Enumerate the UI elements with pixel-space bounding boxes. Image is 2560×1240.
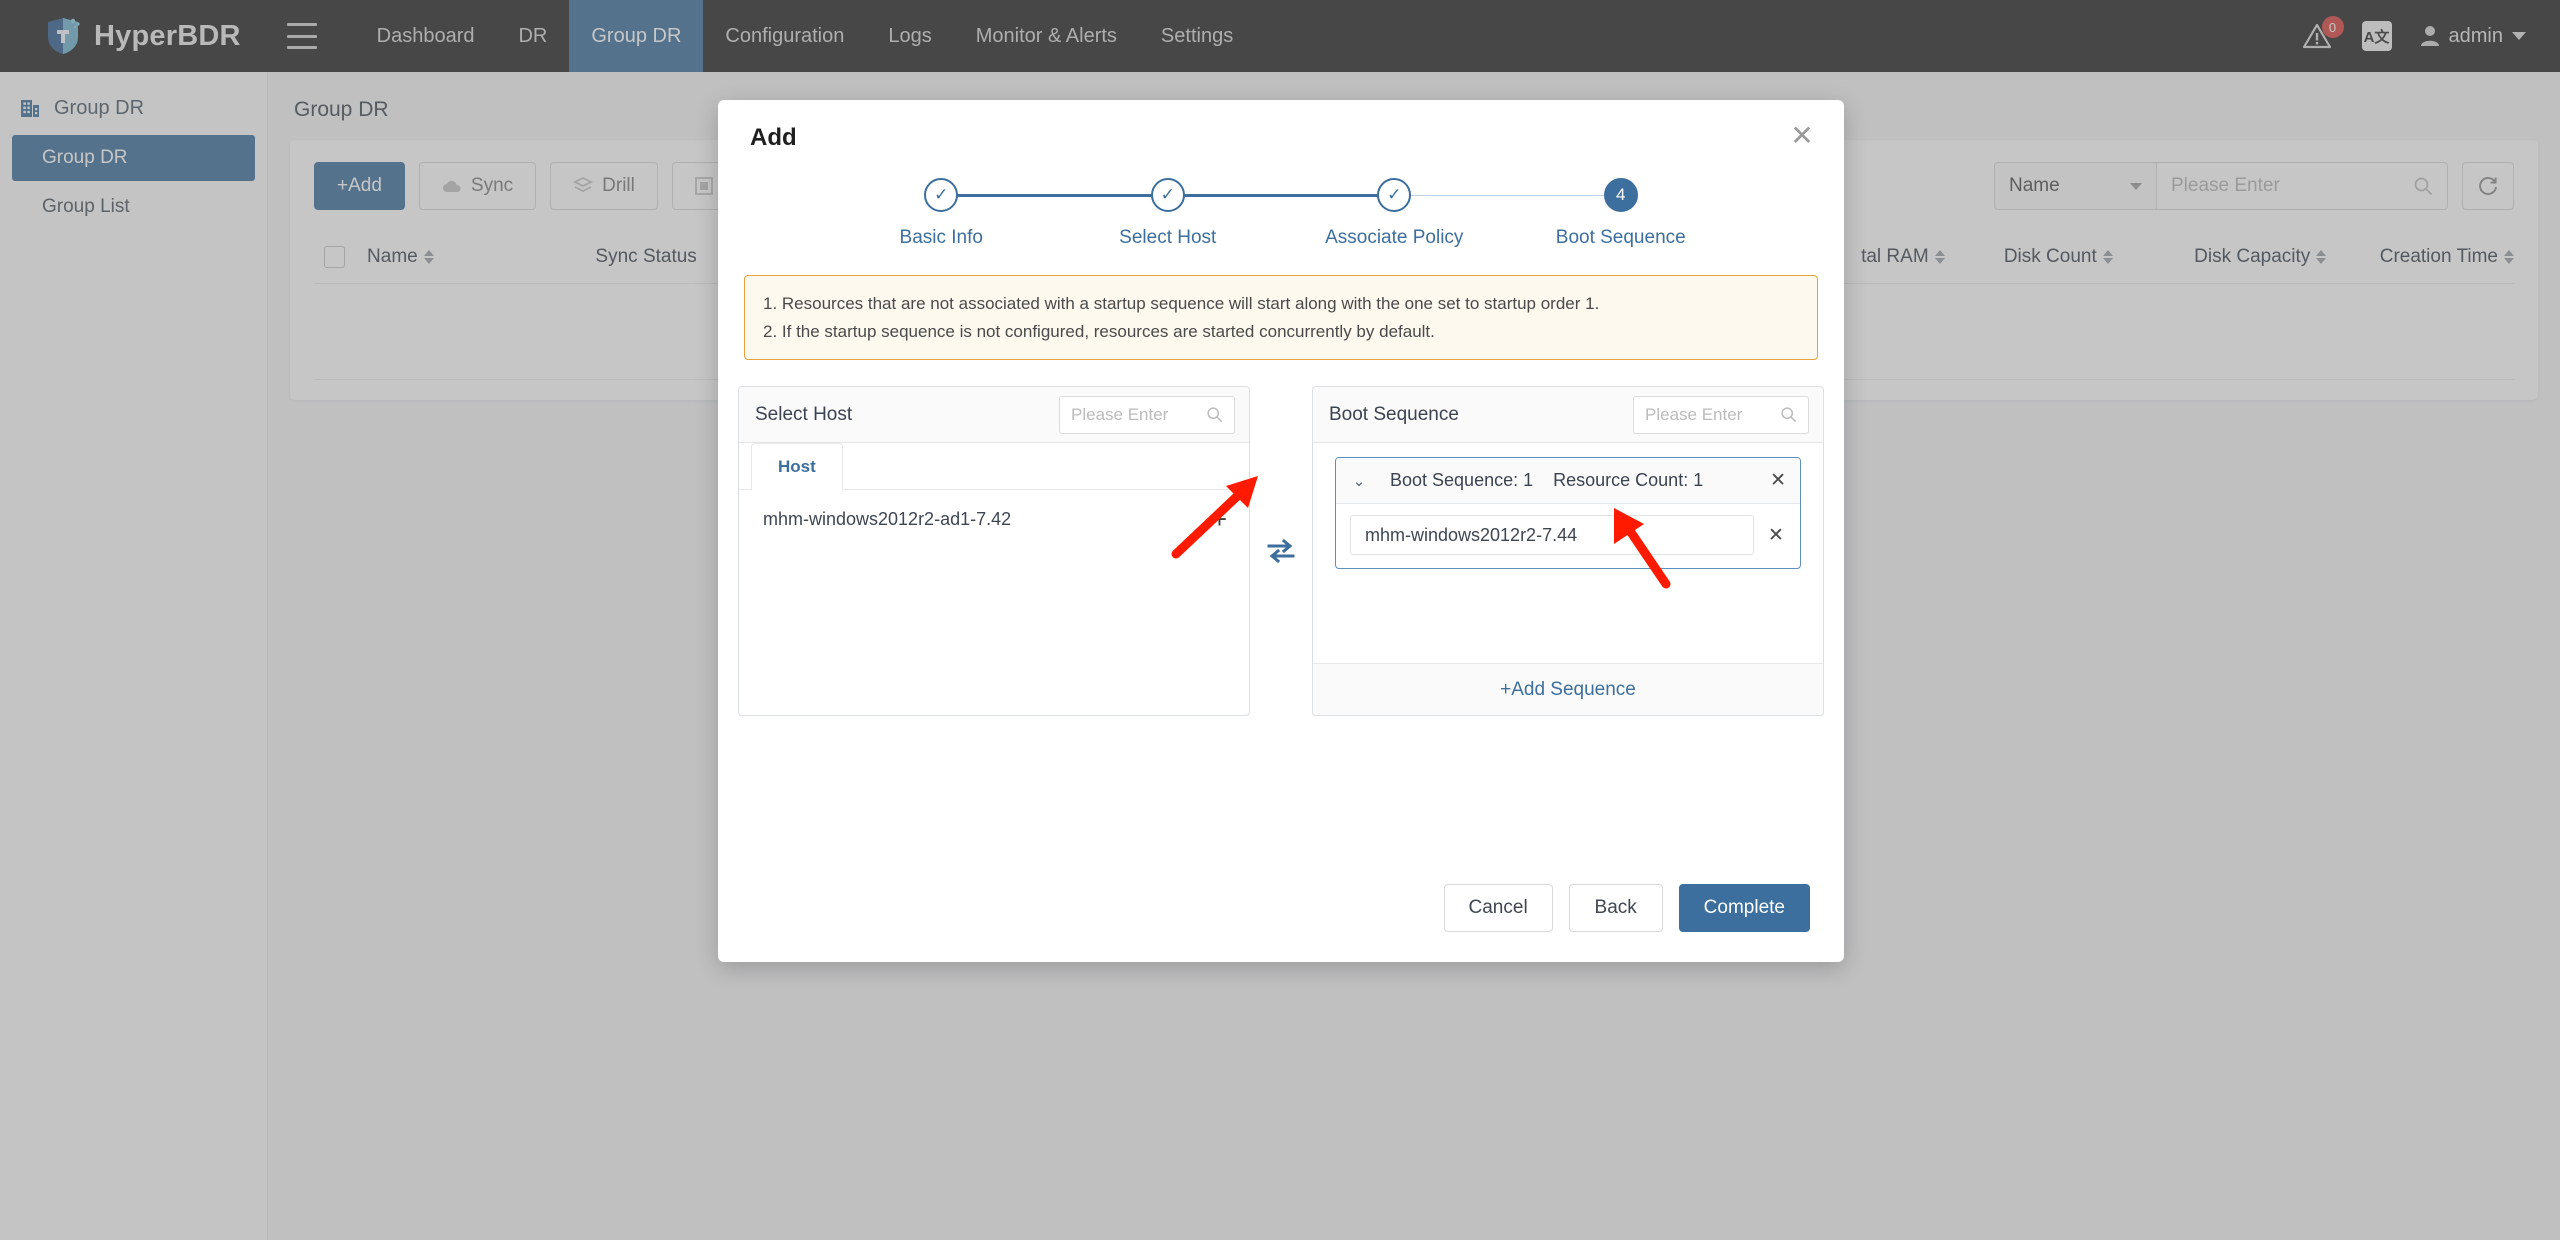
chevron-down-icon[interactable]: ⌄ (1348, 472, 1370, 490)
step-boot-sequence[interactable]: 4 Boot Sequence (1508, 178, 1735, 249)
host-list-item[interactable]: mhm-windows2012r2-ad1-7.42 + (739, 490, 1249, 548)
boot-sequence-item-name[interactable]: mhm-windows2012r2-7.44 (1350, 515, 1754, 556)
notice-line-1: 1. Resources that are not associated wit… (763, 294, 1600, 313)
step-label: Boot Sequence (1555, 227, 1686, 248)
remove-sequence-icon[interactable]: ✕ (1770, 469, 1786, 492)
boot-sequence-group-header: ⌄ Boot Sequence: 1 Resource Count: 1 ✕ (1336, 458, 1800, 505)
select-host-body: Host mhm-windows2012r2-ad1-7.42 + (739, 443, 1249, 715)
boot-sequence-header: Boot Sequence Please Enter (1313, 387, 1823, 444)
cancel-button[interactable]: Cancel (1443, 884, 1553, 932)
wizard-stepper: ✓ Basic Info ✓ Select Host ✓ Associate P… (828, 178, 1734, 249)
swap-arrows-icon[interactable] (1265, 538, 1297, 564)
notice-line-2: 2. If the startup sequence is not config… (763, 321, 1435, 341)
transfer-widget: Select Host Please Enter Host mhm-window… (738, 386, 1824, 717)
step-select-host[interactable]: ✓ Select Host (1055, 178, 1395, 249)
step-connector (1394, 195, 1621, 196)
remove-resource-icon[interactable]: ✕ (1766, 524, 1786, 547)
resource-count-label: Resource Count: 1 (1553, 470, 1704, 491)
dialog-header: Add ✕ (718, 100, 1844, 152)
host-tabs: Host (739, 443, 1249, 491)
transfer-middle (1250, 386, 1312, 716)
boot-sequence-group: ⌄ Boot Sequence: 1 Resource Count: 1 ✕ m… (1335, 457, 1801, 570)
step-marker: 4 (1603, 178, 1638, 212)
boot-sequence-number-label: Boot Sequence: 1 (1390, 470, 1534, 491)
dialog-title: Add (750, 124, 797, 151)
search-placeholder: Please Enter (1071, 404, 1169, 424)
step-label: Basic Info (899, 227, 983, 248)
boot-sequence-panel: Boot Sequence Please Enter ⌄ Boot Sequen (1312, 386, 1824, 717)
search-icon (1781, 407, 1797, 423)
select-host-title: Select Host (755, 403, 853, 425)
step-marker: ✓ (924, 178, 959, 212)
close-icon[interactable]: ✕ (1786, 120, 1818, 152)
add-group-dr-dialog: Add ✕ ✓ Basic Info ✓ Select Host ✓ Assoc… (718, 100, 1844, 962)
dialog-footer: Cancel Back Complete (718, 884, 1844, 962)
host-name-label: mhm-windows2012r2-ad1-7.42 (763, 508, 1012, 529)
select-host-panel: Select Host Please Enter Host mhm-window… (738, 386, 1250, 717)
boot-sequence-body: ⌄ Boot Sequence: 1 Resource Count: 1 ✕ m… (1313, 443, 1823, 663)
step-basic-info[interactable]: ✓ Basic Info (828, 178, 1168, 249)
step-label: Select Host (1119, 227, 1217, 248)
app-root: HyperBDR Dashboard DR Group DR Configura… (0, 0, 2560, 1240)
select-host-search-input[interactable]: Please Enter (1059, 395, 1235, 434)
boot-sequence-title: Boot Sequence (1329, 403, 1459, 425)
step-marker: ✓ (1377, 178, 1412, 212)
boot-sequence-search-input[interactable]: Please Enter (1633, 395, 1809, 434)
step-label: Associate Policy (1325, 227, 1464, 248)
complete-button[interactable]: Complete (1678, 884, 1810, 932)
step-connector (1167, 194, 1395, 197)
tab-host[interactable]: Host (751, 443, 843, 491)
back-button[interactable]: Back (1568, 884, 1663, 932)
info-notice: 1. Resources that are not associated wit… (744, 275, 1818, 361)
boot-sequence-item: mhm-windows2012r2-7.44 ✕ (1336, 504, 1800, 568)
add-host-icon[interactable]: + (1212, 506, 1227, 532)
search-placeholder: Please Enter (1645, 404, 1743, 424)
search-icon (1207, 407, 1223, 423)
step-associate-policy[interactable]: ✓ Associate Policy (1281, 178, 1621, 249)
select-host-header: Select Host Please Enter (739, 387, 1249, 444)
step-marker: ✓ (1150, 178, 1185, 212)
step-connector (941, 194, 1168, 197)
add-sequence-button[interactable]: +Add Sequence (1313, 663, 1823, 716)
